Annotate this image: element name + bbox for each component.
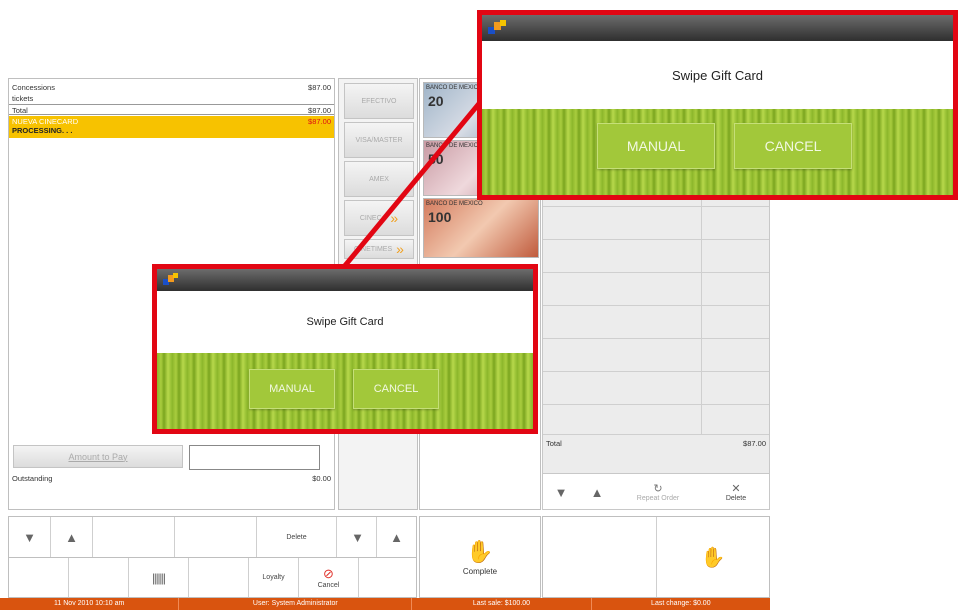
app-logo-icon [163,273,179,287]
swipe-gift-card-dialog-zoomed: Swipe Gift Card MANUAL CANCEL [477,10,958,200]
dialog-button-area: MANUAL CANCEL [482,109,953,195]
swipe-gift-card-dialog: Swipe Gift Card MANUAL CANCEL [152,264,538,434]
manual-button[interactable]: MANUAL [249,369,335,409]
dialog-titlebar [482,15,953,41]
dialog-titlebar [157,269,533,291]
dialog-message: Swipe Gift Card [482,41,953,109]
dialog-message: Swipe Gift Card [157,291,533,353]
manual-button[interactable]: MANUAL [597,123,715,169]
app-logo-icon [488,20,506,34]
dialog-cancel-button[interactable]: CANCEL [734,123,852,169]
dialog-button-area: MANUAL CANCEL [157,353,533,429]
dialog-cancel-button[interactable]: CANCEL [353,369,439,409]
